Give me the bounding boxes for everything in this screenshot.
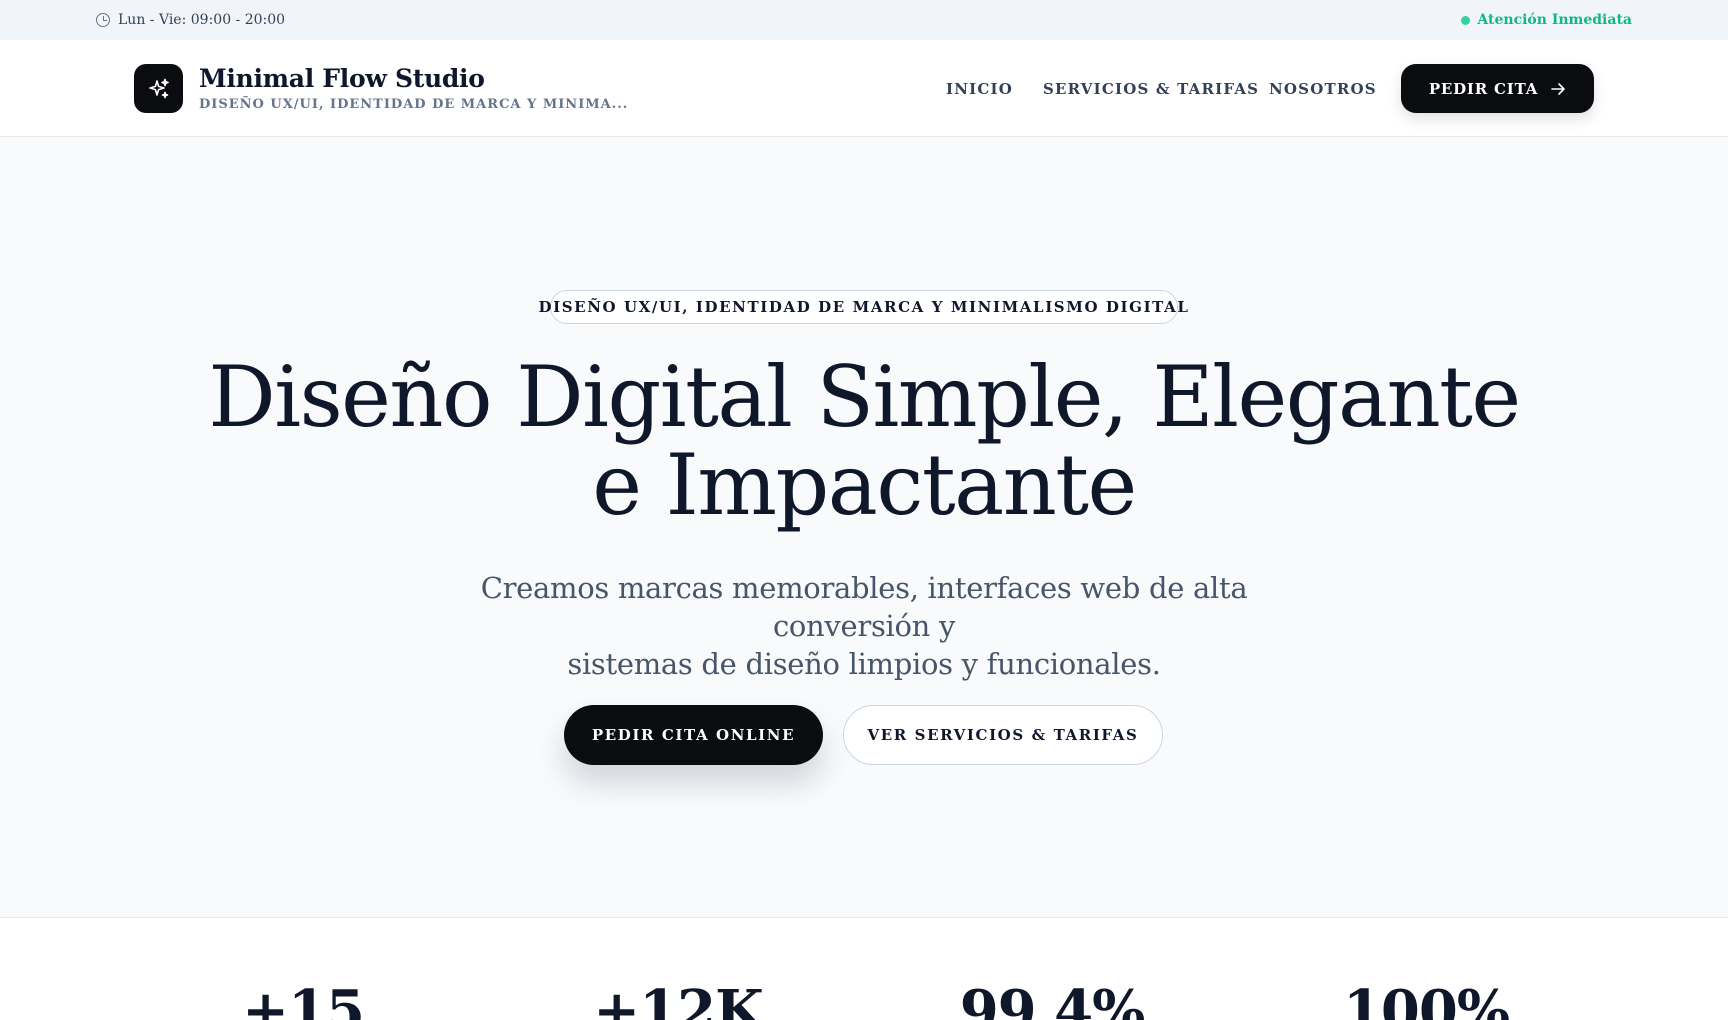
top-info-bar: Lun - Vie: 09:00 - 20:00 Atención Inmedi… [0,0,1728,40]
opening-hours-text: Lun - Vie: 09:00 - 20:00 [118,12,286,28]
stat-value-3: 99.4% [959,978,1146,1020]
hero-title: Diseño Digital Simple, Elegante e Impact… [0,353,1728,529]
opening-hours: Lun - Vie: 09:00 - 20:00 [96,12,285,28]
stat-value-1: +15 [242,978,365,1020]
hero-title-line-1: Diseño Digital Simple, Elegante [208,348,1521,446]
hero-subtitle: Creamos marcas memorables, interfaces we… [400,569,1328,683]
status-dot-icon [1461,15,1471,25]
view-services-button[interactable]: VER SERVICIOS & TARIFAS [843,705,1163,765]
logo[interactable] [134,64,183,113]
nav-link-inicio[interactable]: INICIO [946,80,1013,98]
availability-text: Atención Inmediata [1477,12,1632,28]
hero-subtitle-line-2: sistemas de diseño limpios y funcionales… [567,647,1161,681]
hero-section: DISEÑO UX/UI, IDENTIDAD DE MARCA Y MINIM… [0,137,1728,918]
book-online-button[interactable]: PEDIR CITA ONLINE [564,705,823,765]
clock-icon [96,13,110,27]
book-appointment-label: PEDIR CITA [1428,79,1539,98]
book-appointment-button[interactable]: PEDIR CITA [1401,64,1594,113]
arrow-right-icon [1551,82,1565,95]
site-header: Minimal Flow Studio DISEÑO UX/UI, IDENTI… [0,40,1728,137]
stat-value-4: 100% [1342,978,1510,1020]
stat-value-2: +12K [593,978,764,1020]
hero-title-line-2: e Impactante [592,436,1137,534]
nav-link-nosotros[interactable]: NOSOTROS [1269,80,1377,98]
hero-eyebrow-pill: DISEÑO UX/UI, IDENTIDAD DE MARCA Y MINIM… [539,290,1188,324]
stats-section: +15 +12K 99.4% 100% [0,918,1728,1020]
hero-subtitle-line-1: Creamos marcas memorables, interfaces we… [480,571,1248,643]
availability-status: Atención Inmediata [1461,12,1632,28]
brand-tagline: DISEÑO UX/UI, IDENTIDAD DE MARCA Y MINIM… [199,97,629,112]
brand-name[interactable]: Minimal Flow Studio [199,64,485,93]
sparkles-icon [148,78,169,98]
nav-link-servicios[interactable]: SERVICIOS & TARIFAS [1043,80,1259,98]
